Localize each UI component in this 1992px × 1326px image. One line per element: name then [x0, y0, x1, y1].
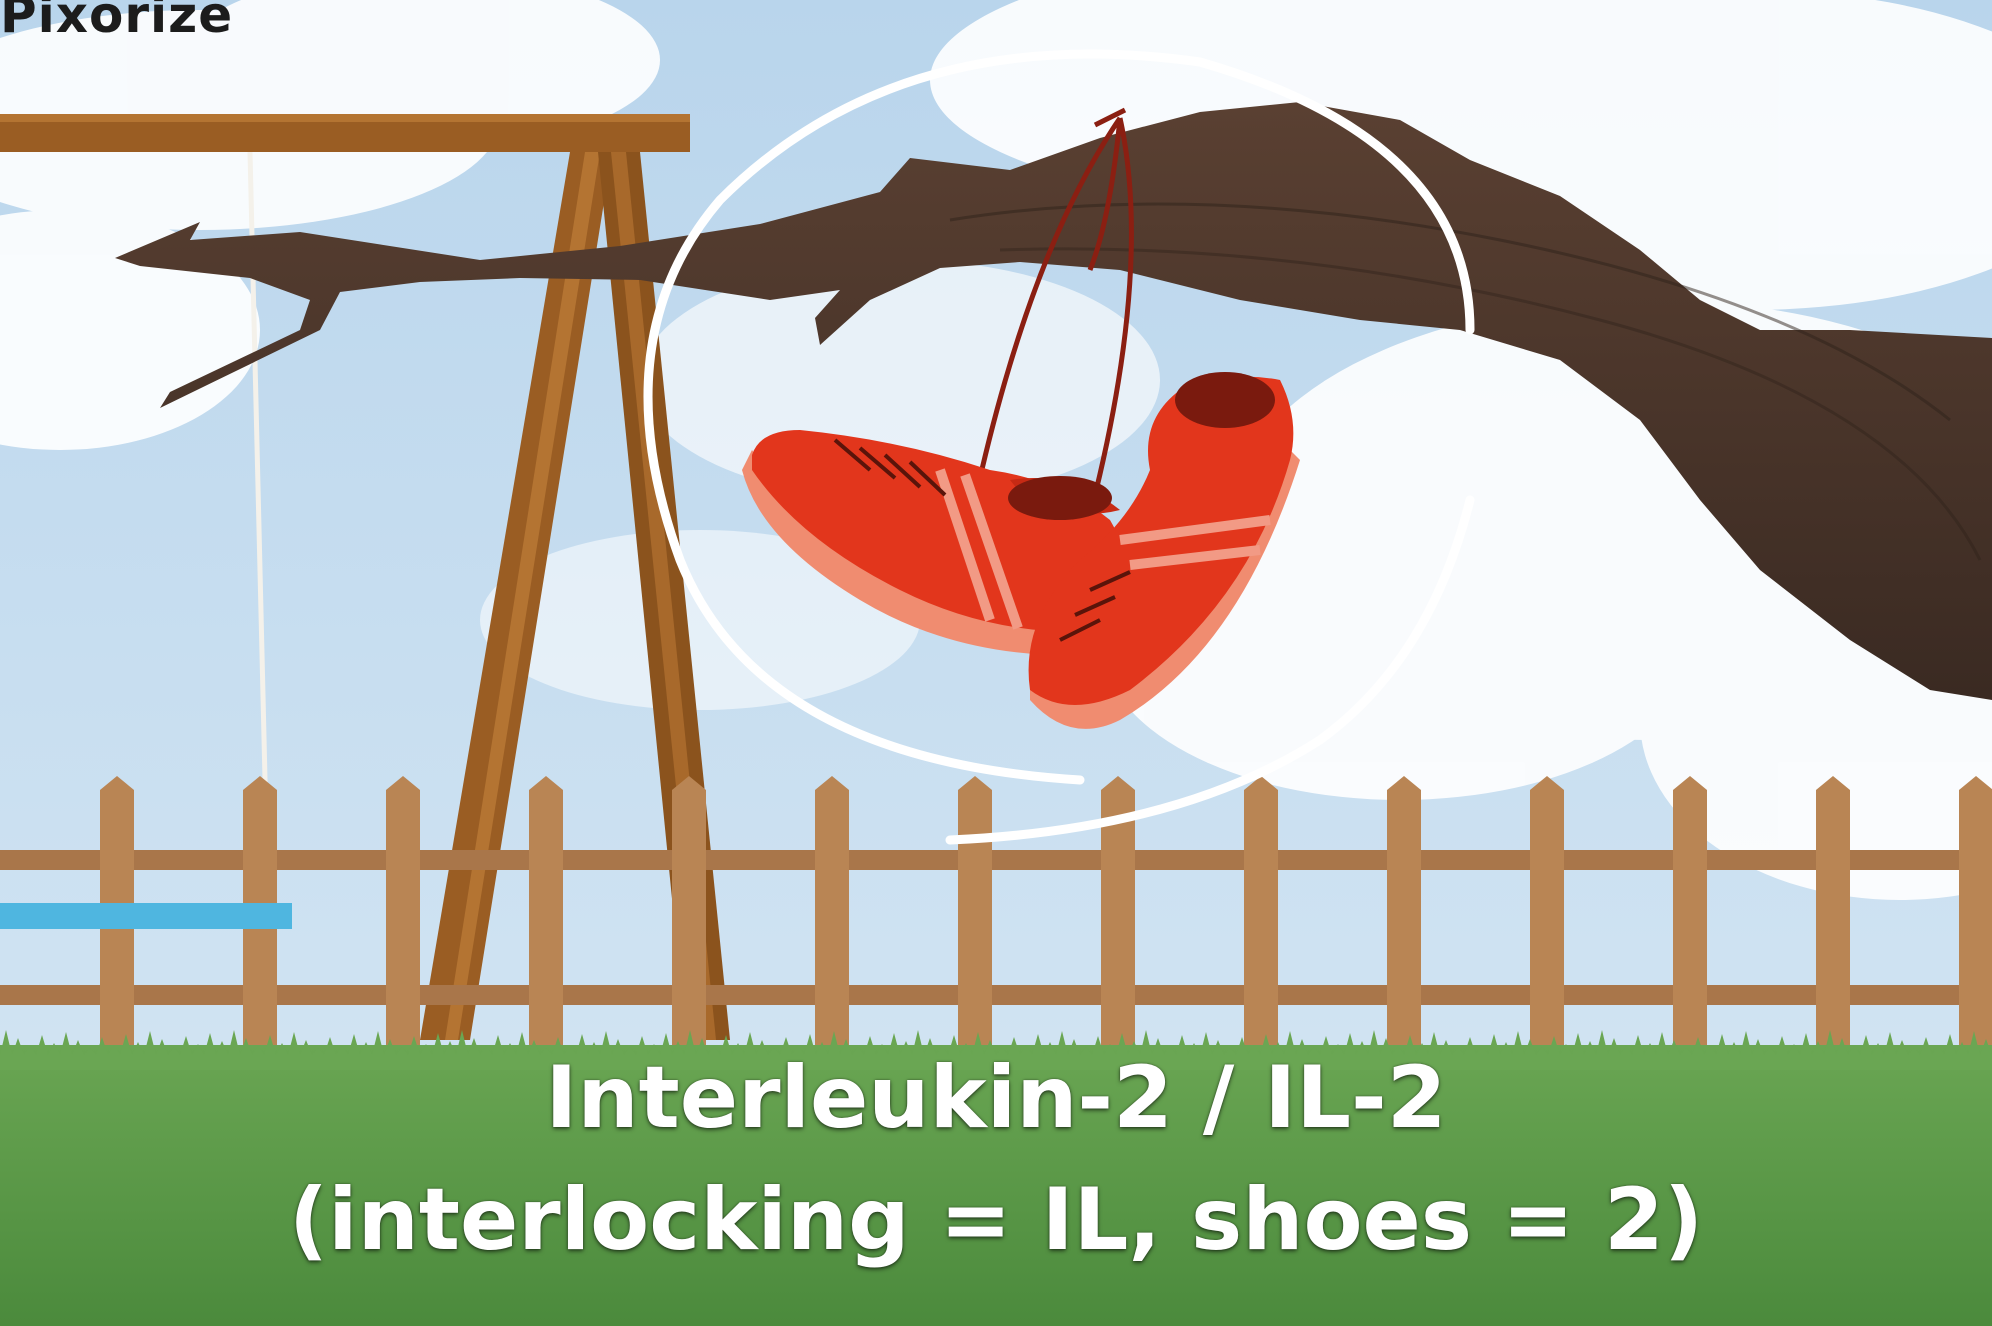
caption-mnemonic: (interlocking = IL, shoes = 2) — [288, 1170, 1704, 1270]
fence-picket — [1387, 776, 1421, 1045]
swing-seat — [0, 903, 292, 929]
brand-logo: Pixorize — [0, 0, 234, 44]
fence-picket — [672, 776, 706, 1045]
fence-picket — [1244, 776, 1278, 1045]
fence-picket — [386, 776, 420, 1045]
caption-title: Interleukin-2 / IL-2 — [545, 1048, 1447, 1148]
fence-picket — [815, 776, 849, 1045]
fence-picket — [529, 776, 563, 1045]
fence-picket — [1673, 776, 1707, 1045]
fence-picket — [1530, 776, 1564, 1045]
fence-picket — [1959, 776, 1992, 1045]
fence-picket — [1816, 776, 1850, 1045]
fence-picket — [958, 776, 992, 1045]
